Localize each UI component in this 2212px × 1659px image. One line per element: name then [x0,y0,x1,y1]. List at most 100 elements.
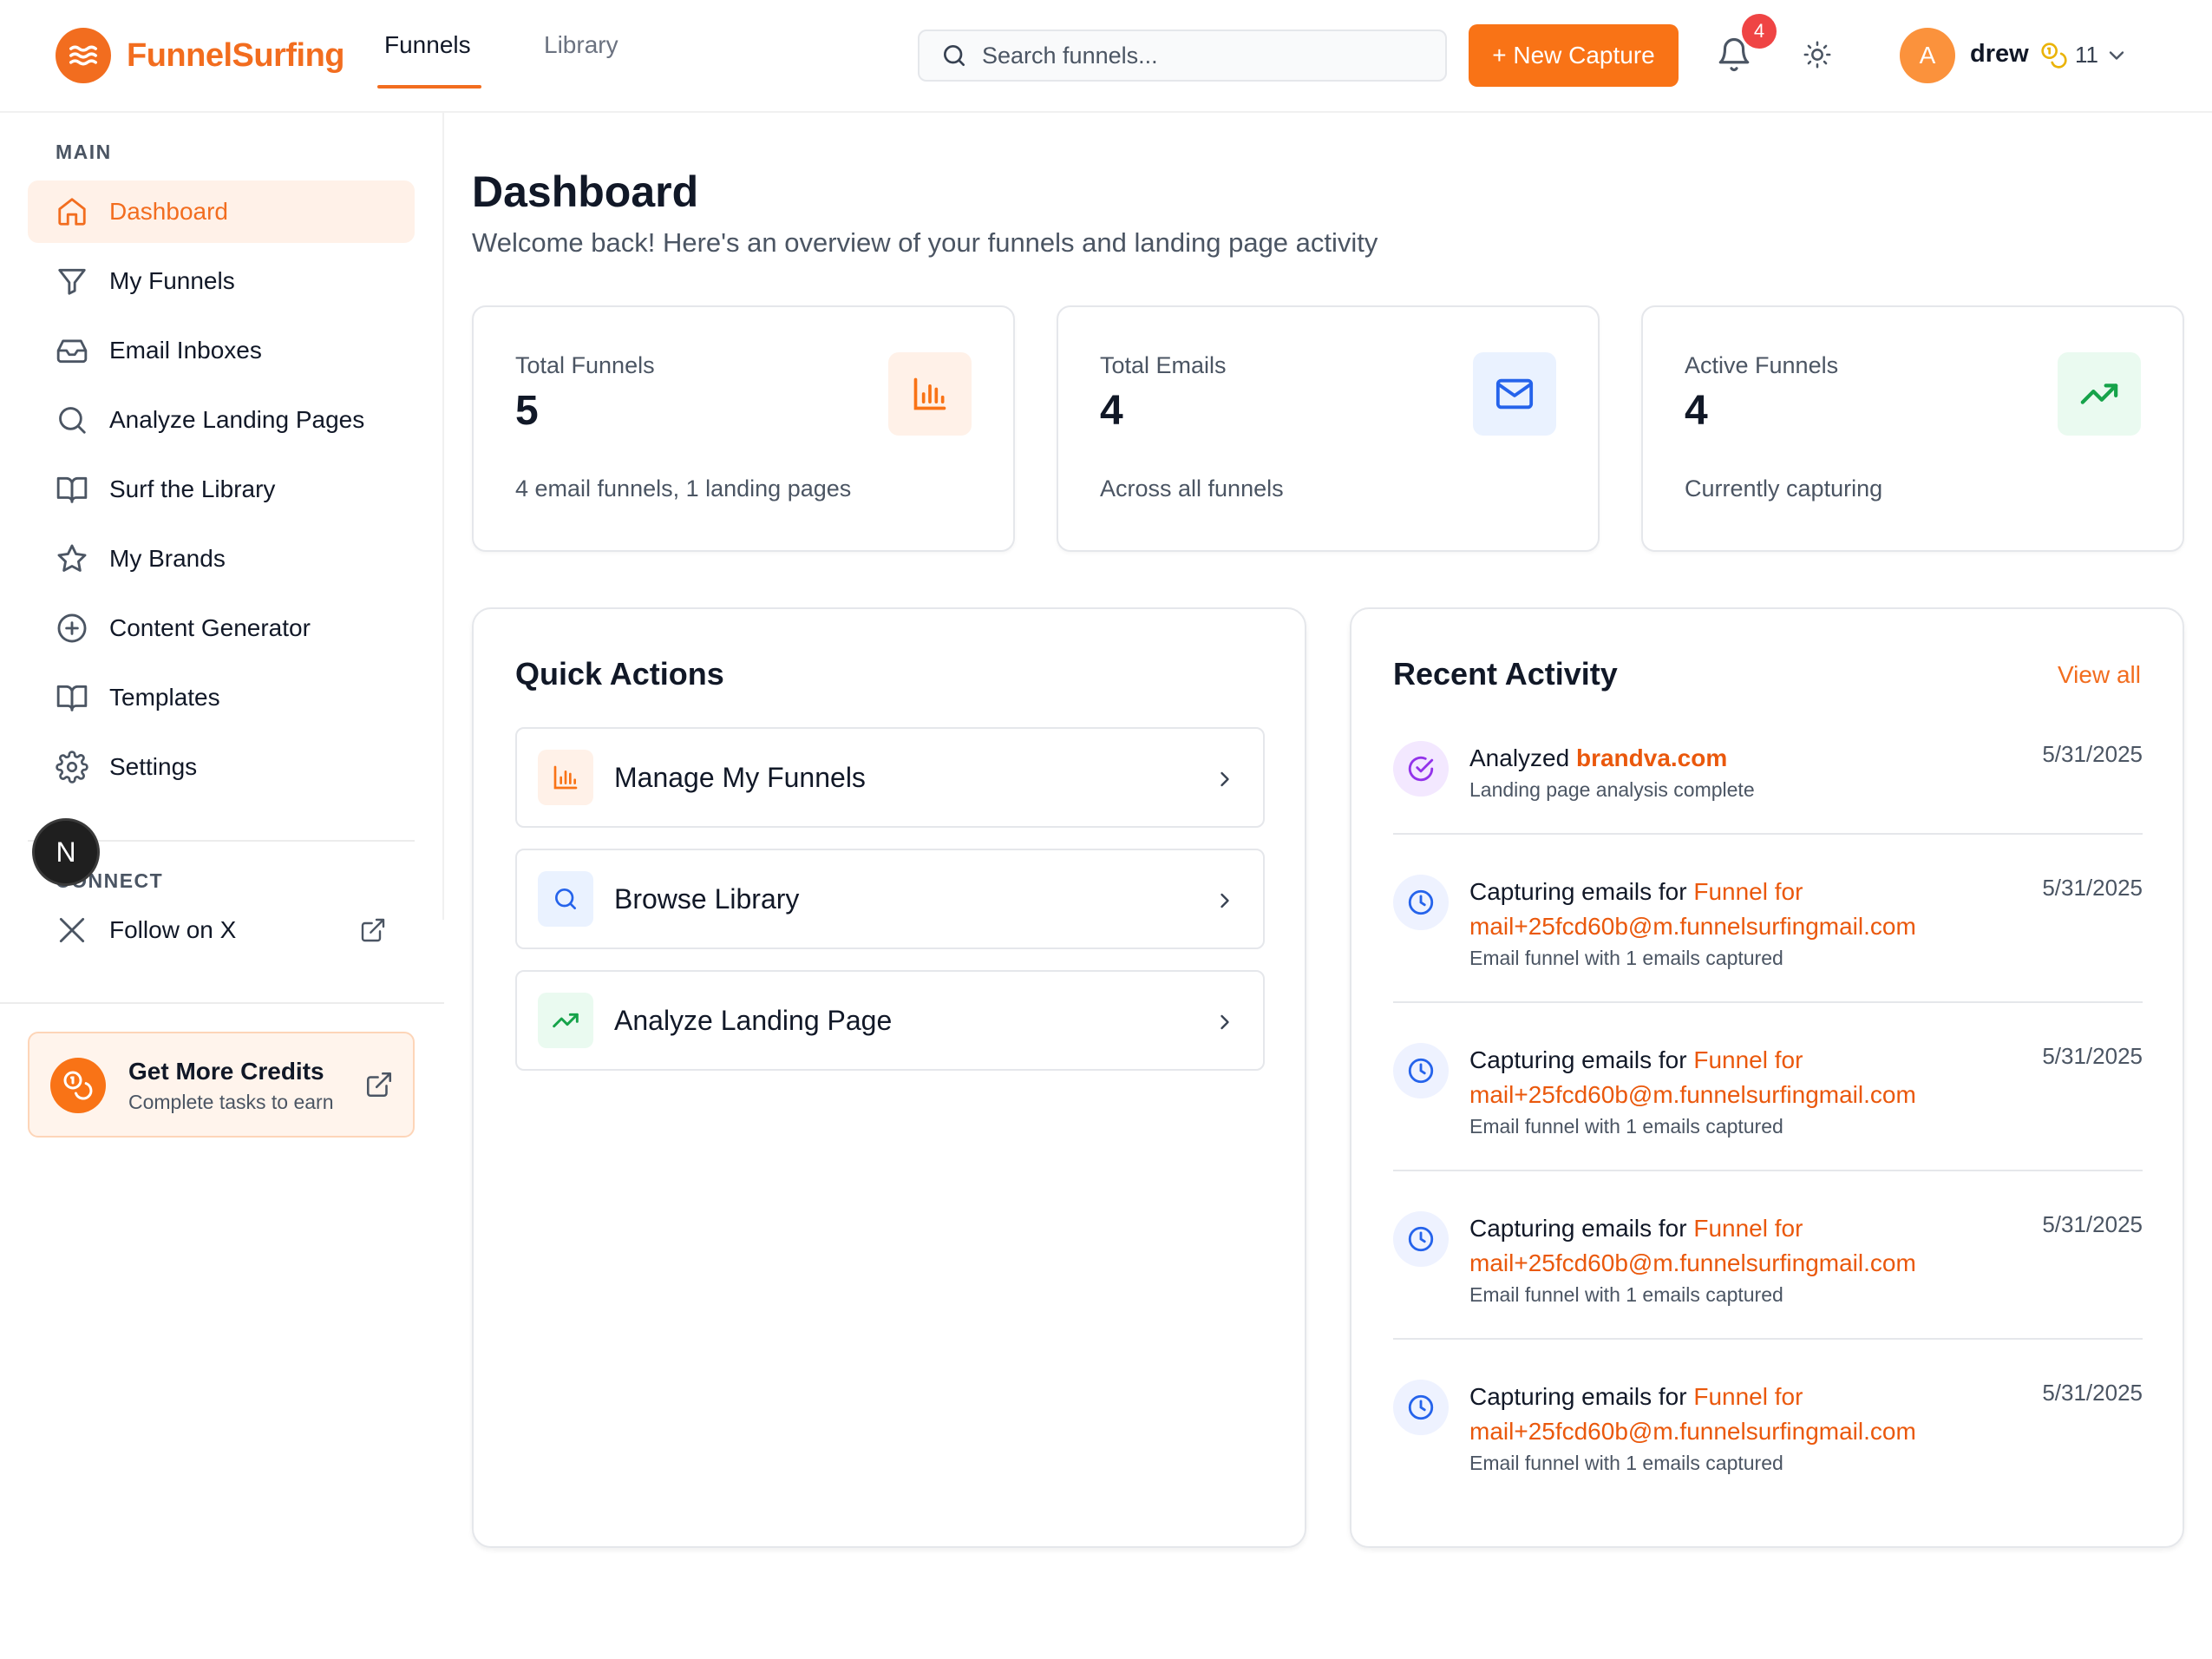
activity-text: Capturing emails for Funnel for mail+25f… [1469,1043,1990,1140]
sun-icon[interactable] [1803,40,1832,74]
sidebar-item-my-funnels[interactable]: My Funnels [28,250,415,312]
search-icon [59,407,86,434]
sidebar-item-label: Settings [109,753,198,780]
quick-action-label: Manage My Funnels [614,761,866,793]
activity-link[interactable]: Funnel for [1693,1215,1803,1242]
chevron-right-icon [1221,893,1229,908]
stat-label: Active Funnels [1685,352,1839,378]
get-more-credits-card[interactable]: Get More Credits Complete tasks to earn [28,1032,415,1138]
sidebar-item-label: Templates [109,684,220,711]
tab-library[interactable]: Library [544,31,618,59]
activity-link[interactable]: Funnel for [1693,1046,1803,1073]
quick-action-analyze-landing-page[interactable]: Analyze Landing Page [515,970,1265,1071]
quick-action-label: Browse Library [614,882,800,915]
page-subtitle: Welcome back! Here's an overview of your… [472,227,1378,258]
clock-icon [1393,875,1449,930]
bar-chart-icon [888,352,972,436]
brand-logo[interactable]: FunnelSurfing [56,28,345,83]
chevron-right-icon [1221,1014,1229,1030]
stat-label: Total Emails [1100,352,1227,378]
sidebar-item-my-brands[interactable]: My Brands [28,528,415,590]
activity-item[interactable]: Analyzed brandva.com Landing page analys… [1393,722,2143,826]
chevron-down-icon[interactable] [2104,43,2129,72]
waves-icon [56,28,111,83]
activity-item[interactable]: Capturing emails for Funnel for mail+25f… [1393,856,2143,1003]
check-circle-icon [1393,741,1449,797]
activity-text: Analyzed brandva.com Landing page analys… [1469,741,1990,803]
activity-date: 5/31/2025 [2042,1043,2143,1069]
search-input[interactable]: Search funnels... [918,30,1447,82]
sidebar-item-follow-on-x[interactable]: Follow on X [28,899,415,961]
quick-actions-panel: Quick Actions Manage My Funnels Browse L… [472,607,1306,1548]
sidebar-item-label: My Funnels [109,267,235,294]
quick-action-manage-funnels[interactable]: Manage My Funnels [515,727,1265,828]
sidebar-item-email-inboxes[interactable]: Email Inboxes [28,319,415,382]
activity-link-email[interactable]: mail+25fcd60b@m.funnelsurfingmail.com [1469,909,1990,944]
activity-subtext: Email funnel with 1 emails captured [1469,1115,1783,1138]
activity-prefix: Capturing emails for [1469,878,1694,905]
dev-tools-badge[interactable]: N [32,818,100,886]
sidebar-item-content-generator[interactable]: Content Generator [28,597,415,659]
sidebar-item-settings[interactable]: Settings [28,736,415,798]
mail-icon [1473,352,1556,436]
sidebar-item-dashboard[interactable]: Dashboard [28,180,415,243]
sidebar-item-templates[interactable]: Templates [28,666,415,729]
sidebar-item-surf-the-library[interactable]: Surf the Library [28,458,415,521]
search-icon [944,45,965,66]
external-link-icon [366,1072,392,1098]
activity-date: 5/31/2025 [2042,1380,2143,1406]
activity-link[interactable]: Funnel for [1693,1383,1803,1410]
home-icon [58,198,86,226]
stat-label: Total Funnels [515,352,655,378]
x-logo-icon [59,917,85,943]
sidebar-bottom-divider [0,1002,444,1004]
activity-subtext: Landing page analysis complete [1469,778,1755,801]
panel-title: Recent Activity [1393,656,1618,692]
tab-funnels[interactable]: Funnels [384,31,471,59]
sidebar-item-analyze-landing-pages[interactable]: Analyze Landing Pages [28,389,415,451]
activity-divider [1393,1338,2143,1340]
top-header: FunnelSurfing Funnels Library Search fun… [0,0,2212,113]
stat-value: 5 [515,388,539,434]
activity-item[interactable]: Capturing emails for Funnel for mail+25f… [1393,1361,2143,1508]
stat-note: Currently capturing [1685,475,1883,502]
notification-count-badge: 4 [1742,14,1777,49]
activity-link[interactable]: Funnel for [1693,878,1803,905]
funnel-icon [58,268,86,295]
activity-divider [1393,1001,2143,1003]
brand-name: FunnelSurfing [127,36,345,74]
clock-icon [1393,1043,1449,1098]
username[interactable]: drew [1970,40,2029,69]
view-all-link[interactable]: View all [2058,661,2141,689]
activity-item[interactable]: Capturing emails for Funnel for mail+25f… [1393,1192,2143,1340]
activity-link-email[interactable]: mail+25fcd60b@m.funnelsurfingmail.com [1469,1078,1990,1112]
activity-prefix: Capturing emails for [1469,1215,1694,1242]
activity-prefix: Capturing emails for [1469,1046,1694,1073]
credits-card-subtitle: Complete tasks to earn [128,1091,334,1113]
sidebar-item-label: Follow on X [109,916,237,943]
avatar[interactable]: A [1900,28,1955,83]
gear-icon [56,751,88,784]
trending-up-icon [538,993,593,1048]
quick-action-browse-library[interactable]: Browse Library [515,849,1265,949]
stat-note: Across all funnels [1100,475,1284,502]
activity-link-email[interactable]: mail+25fcd60b@m.funnelsurfingmail.com [1469,1414,1990,1449]
search-placeholder: Search funnels... [982,42,1158,69]
activity-prefix: Capturing emails for [1469,1383,1694,1410]
book-icon [56,476,88,503]
activity-text: Capturing emails for Funnel for mail+25f… [1469,1211,1990,1308]
activity-item[interactable]: Capturing emails for Funnel for mail+25f… [1393,1024,2143,1171]
stat-card-active-funnels: Active Funnels 4 Currently capturing [1641,305,2184,552]
coins-icon [50,1058,106,1113]
bar-chart-icon [538,750,593,805]
new-capture-button[interactable]: + New Capture [1469,24,1679,87]
stat-value: 4 [1685,388,1708,434]
sidebar-item-label: My Brands [109,545,226,572]
activity-link-email[interactable]: mail+25fcd60b@m.funnelsurfingmail.com [1469,1246,1990,1281]
activity-prefix: Analyzed [1469,744,1576,771]
activity-date: 5/31/2025 [2042,875,2143,901]
active-tab-indicator [377,85,481,89]
star-icon [57,544,87,572]
activity-link[interactable]: brandva.com [1576,744,1727,771]
activity-text: Capturing emails for Funnel for mail+25f… [1469,1380,1990,1477]
